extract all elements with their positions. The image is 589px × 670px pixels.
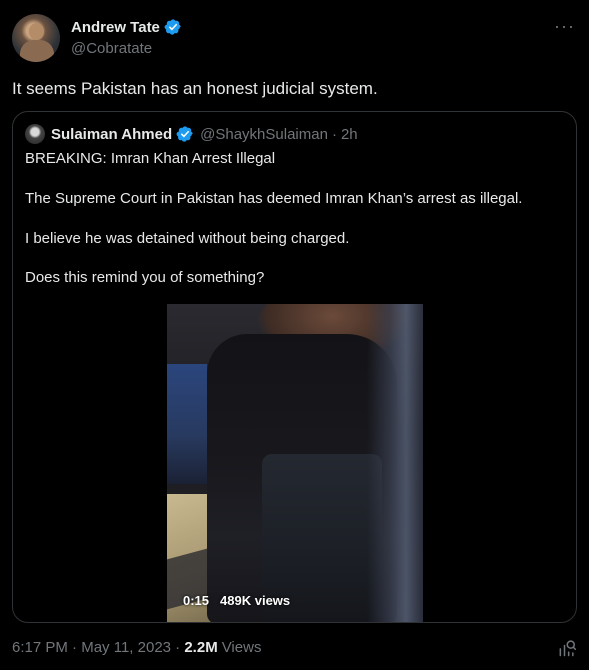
separator-dot: · — [331, 125, 337, 143]
more-horizontal-icon[interactable]: ··· — [554, 16, 575, 37]
separator-dot: · — [67, 639, 82, 656]
tweet-footer: 6:17 PM · May 11, 2023 · 2.2M Views — [12, 639, 261, 656]
tweet-date[interactable]: May 11, 2023 — [81, 639, 171, 656]
video-meta: 0:15 489K views — [183, 593, 290, 608]
quoted-text-line: BREAKING: Imran Khan Arrest Illegal — [25, 150, 276, 167]
separator-dot: · — [171, 639, 185, 656]
quoted-text-line: I believe he was detained without being … — [25, 230, 350, 247]
tweet-time[interactable]: 6:17 PM — [12, 639, 68, 656]
author-name[interactable]: Andrew Tate — [71, 19, 160, 36]
verified-badge-icon — [164, 19, 181, 35]
author-handle[interactable]: @Cobratate — [71, 40, 152, 57]
tweet-text: It seems Pakistan has an honest judicial… — [12, 79, 378, 98]
quoted-header: Sulaiman Ahmed @ShaykhSulaiman · 2h — [25, 124, 358, 144]
quoted-avatar[interactable] — [25, 124, 45, 144]
tweet-header: Andrew Tate @Cobratate ··· — [12, 14, 577, 64]
author-avatar[interactable] — [12, 14, 60, 62]
quoted-author-name[interactable]: Sulaiman Ahmed — [51, 126, 172, 143]
video-player[interactable]: 0:15 489K views — [167, 304, 423, 622]
video-views: 489K views — [220, 593, 291, 608]
quoted-text-line: Does this remind you of something? — [25, 269, 265, 286]
views-count[interactable]: 2.2M — [184, 639, 217, 656]
video-duration: 0:15 — [183, 593, 210, 608]
verified-badge-icon — [176, 126, 193, 142]
views-label: Views — [221, 639, 262, 656]
quoted-author-handle[interactable]: @ShaykhSulaiman — [200, 126, 328, 143]
quoted-text-line: The Supreme Court in Pakistan has deemed… — [25, 190, 523, 207]
quoted-tweet[interactable]: Sulaiman Ahmed @ShaykhSulaiman · 2h BREA… — [12, 111, 577, 623]
quoted-timestamp[interactable]: 2h — [341, 126, 358, 143]
author-name-row: Andrew Tate — [71, 18, 182, 36]
analytics-icon[interactable] — [557, 638, 577, 658]
